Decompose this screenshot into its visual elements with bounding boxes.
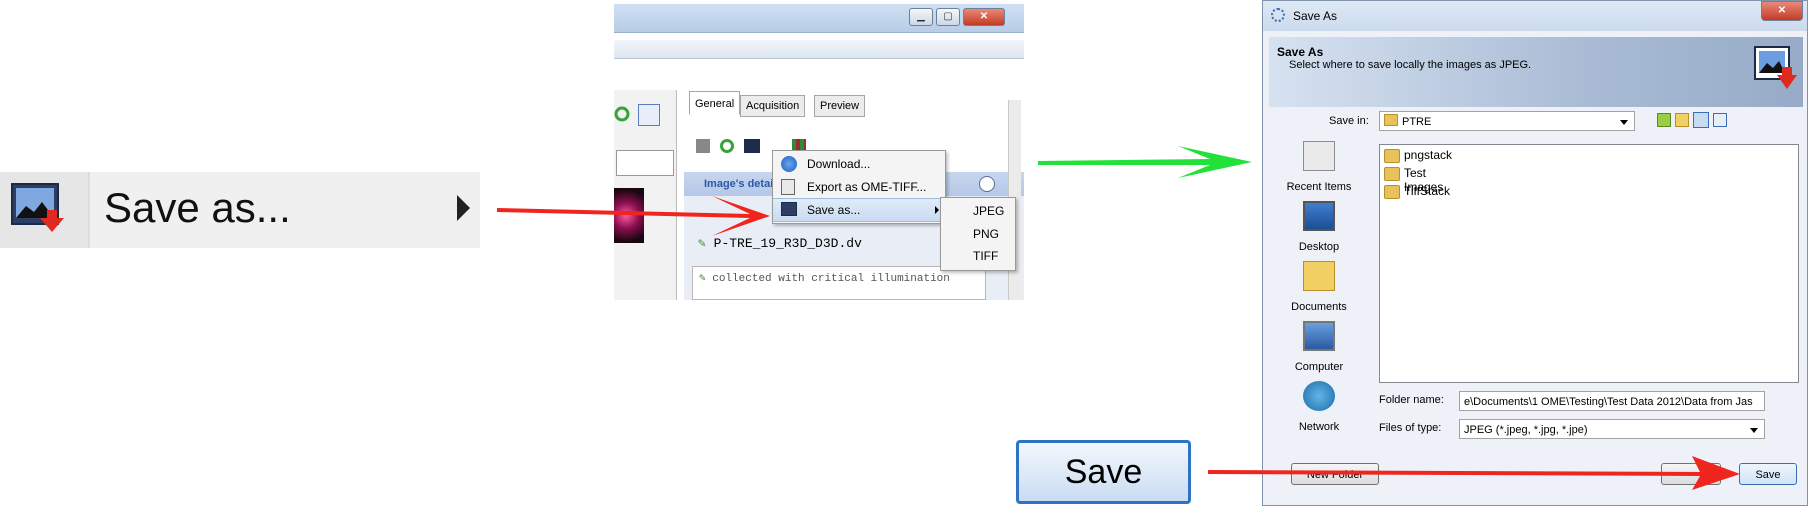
green-arrow <box>1038 146 1252 178</box>
red-arrow-1 <box>497 196 770 236</box>
annotation-arrows <box>497 146 1740 490</box>
red-arrow-2 <box>1208 456 1740 490</box>
